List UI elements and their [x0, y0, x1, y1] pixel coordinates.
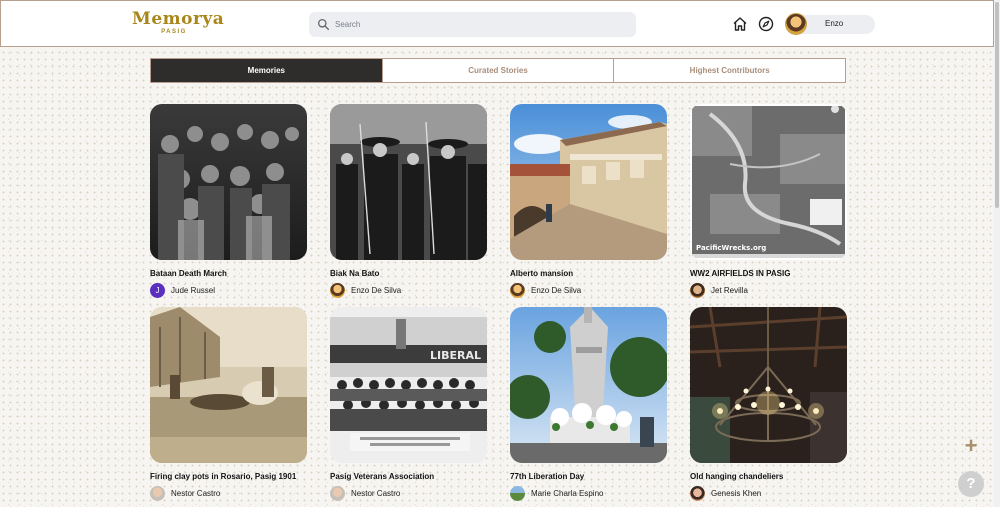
author-name: Nestor Castro [351, 489, 401, 498]
memory-card[interactable]: PacificWrecks.org WW2 AIRFIELDS IN PASIG… [690, 104, 847, 298]
logo-wordmark: Memorya [132, 9, 225, 29]
author-avatar [330, 486, 345, 501]
author-name: Marie Charla Espino [531, 489, 604, 498]
memory-image[interactable] [510, 307, 667, 463]
memory-title[interactable]: Bataan Death March [150, 269, 307, 278]
memory-title[interactable]: Biak Na Bato [330, 269, 487, 278]
memorya-logo[interactable]: Memorya PASIG [132, 9, 225, 40]
memory-image[interactable] [510, 104, 667, 260]
author-name: Nestor Castro [171, 489, 221, 498]
memory-title[interactable]: 77th Liberation Day [510, 472, 667, 481]
memory-card[interactable]: Bataan Death March J Jude Russel [150, 104, 307, 298]
image-watermark: PacificWrecks.org [696, 244, 766, 252]
search-icon [317, 18, 330, 31]
tab-memories[interactable]: Memories [151, 59, 383, 82]
compass-icon[interactable] [758, 16, 774, 32]
memory-title[interactable]: Firing clay pots in Rosario, Pasig 1901 [150, 472, 307, 481]
memory-title[interactable]: WW2 AIRFIELDS IN PASIG [690, 269, 847, 278]
author-avatar [510, 486, 525, 501]
memory-card[interactable]: LIBERAL Pasig Veterans Association Nesto… [330, 307, 487, 501]
memory-author[interactable]: Nestor Castro [150, 486, 307, 501]
memory-title[interactable]: Pasig Veterans Association [330, 472, 487, 481]
author-avatar: J [150, 283, 165, 298]
author-name: Enzo De Silva [531, 286, 582, 295]
memory-card[interactable]: Old hanging chandeliers Genesis Khen [690, 307, 847, 501]
memory-image[interactable] [150, 307, 307, 463]
author-avatar [330, 283, 345, 298]
search-input[interactable] [335, 12, 625, 37]
user-menu[interactable]: Enzo [785, 13, 875, 35]
author-name: Enzo De Silva [351, 286, 402, 295]
tab-highest-contributors[interactable]: Highest Contributors [614, 59, 846, 82]
memory-author[interactable]: Nestor Castro [330, 486, 487, 501]
author-avatar [690, 486, 705, 501]
author-name: Jude Russel [171, 286, 216, 295]
user-name: Enzo [825, 19, 844, 28]
memory-card[interactable]: 77th Liberation Day Marie Charla Espino [510, 307, 667, 501]
memory-title[interactable]: Old hanging chandeliers [690, 472, 847, 481]
memory-image[interactable]: LIBERAL [330, 307, 487, 463]
author-avatar [510, 283, 525, 298]
memory-card[interactable]: Biak Na Bato Enzo De Silva [330, 104, 487, 298]
author-name: Jet Revilla [711, 286, 748, 295]
top-navbar: Memorya PASIG Enzo [0, 0, 994, 47]
author-avatar [150, 486, 165, 501]
author-avatar [690, 283, 705, 298]
memory-image[interactable] [690, 307, 847, 463]
user-avatar [785, 13, 807, 35]
memory-author[interactable]: J Jude Russel [150, 283, 307, 298]
memory-author[interactable]: Jet Revilla [690, 283, 847, 298]
help-button[interactable]: ? [958, 471, 984, 497]
image-sign-text: LIBERAL [430, 349, 481, 362]
add-memory-button[interactable]: + [958, 433, 984, 459]
memory-card[interactable]: Alberto mansion Enzo De Silva [510, 104, 667, 298]
tab-curated-stories[interactable]: Curated Stories [382, 59, 615, 82]
view-tabs: Memories Curated Stories Highest Contrib… [150, 58, 846, 83]
memory-author[interactable]: Enzo De Silva [510, 283, 667, 298]
memory-author[interactable]: Enzo De Silva [330, 283, 487, 298]
memory-card[interactable]: Firing clay pots in Rosario, Pasig 1901 … [150, 307, 307, 501]
logo-subtitle: PASIG [161, 29, 187, 35]
memory-author[interactable]: Marie Charla Espino [510, 486, 667, 501]
author-name: Genesis Khen [711, 489, 762, 498]
memory-image[interactable] [150, 104, 307, 260]
memory-image[interactable]: PacificWrecks.org [690, 104, 847, 260]
memory-image[interactable] [330, 104, 487, 260]
memory-title[interactable]: Alberto mansion [510, 269, 667, 278]
scrollbar-thumb[interactable] [995, 2, 999, 208]
search-bar[interactable] [309, 12, 636, 37]
memory-author[interactable]: Genesis Khen [690, 486, 847, 501]
home-icon[interactable] [732, 16, 748, 32]
